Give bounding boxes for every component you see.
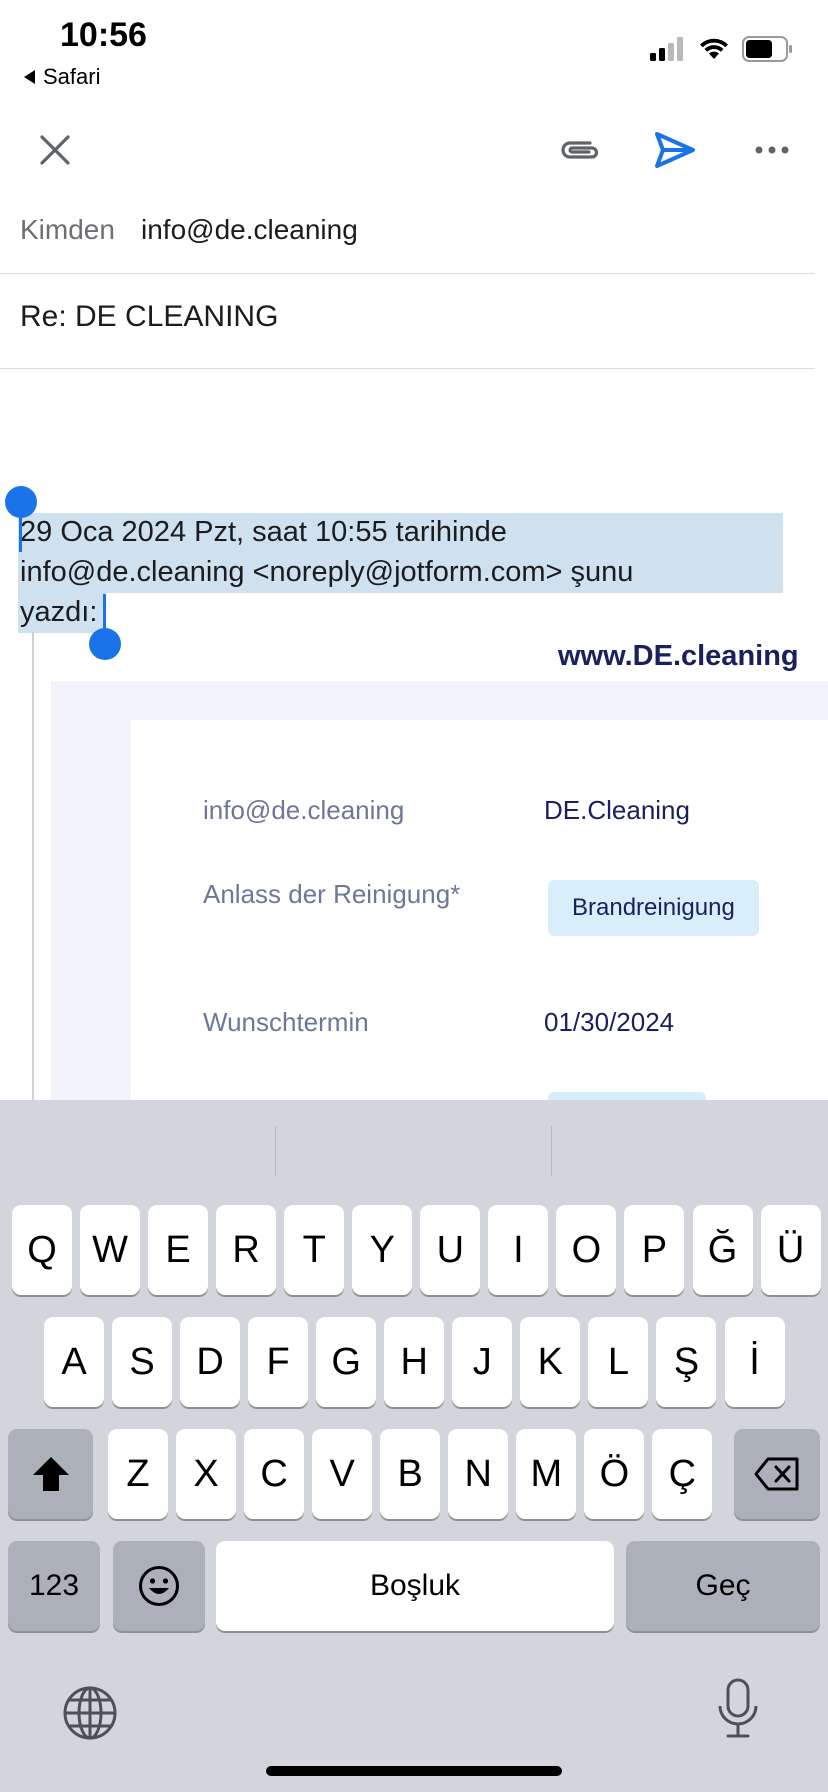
globe-button[interactable]	[62, 1685, 118, 1746]
key-c[interactable]: C	[244, 1429, 305, 1519]
key-k[interactable]: K	[520, 1317, 581, 1407]
key-w[interactable]: W	[80, 1205, 141, 1295]
key-ş[interactable]: Ş	[656, 1317, 717, 1407]
send-button[interactable]	[640, 110, 710, 190]
delete-key[interactable]	[734, 1429, 820, 1519]
key-ü[interactable]: Ü	[760, 1205, 821, 1295]
key-r[interactable]: R	[216, 1205, 277, 1295]
key-t[interactable]: T	[284, 1205, 345, 1295]
key-i̇[interactable]: İ	[724, 1317, 785, 1407]
quoted-line: 29 Oca 2024 Pzt, saat 10:55 tarihinde	[20, 516, 507, 548]
suggestion-divider	[551, 1126, 552, 1176]
back-app-label: Safari	[43, 64, 101, 89]
key-y[interactable]: Y	[352, 1205, 413, 1295]
close-icon	[40, 135, 70, 165]
form-row-value: DE.Cleaning	[544, 795, 690, 825]
selection-start-knob[interactable]	[5, 486, 37, 518]
from-label: Kimden	[20, 214, 115, 245]
divider	[0, 368, 815, 369]
key-u[interactable]: U	[420, 1205, 481, 1295]
key-g[interactable]: G	[316, 1317, 377, 1407]
divider	[0, 273, 815, 274]
key-q[interactable]: Q	[12, 1205, 72, 1295]
emoji-icon	[139, 1566, 179, 1606]
status-bar: 10:56 Safari	[0, 0, 828, 100]
selection-end-knob[interactable]	[89, 628, 121, 660]
key-o[interactable]: O	[556, 1205, 617, 1295]
quoted-line: yazdı:	[20, 596, 98, 628]
quote-bar	[32, 632, 34, 1102]
key-f[interactable]: F	[248, 1317, 309, 1407]
key-ö[interactable]: Ö	[584, 1429, 645, 1519]
quoted-header-text[interactable]: 29 Oca 2024 Pzt, saat 10:55 tarihinde in…	[20, 512, 780, 632]
key-l[interactable]: L	[588, 1317, 649, 1407]
delete-icon	[754, 1457, 799, 1491]
form-row-label: Anlass der Reinigung*	[203, 879, 461, 909]
key-a[interactable]: A	[44, 1317, 104, 1407]
key-d[interactable]: D	[180, 1317, 241, 1407]
key-j[interactable]: J	[452, 1317, 513, 1407]
key-b[interactable]: B	[380, 1429, 441, 1519]
key-i[interactable]: I	[488, 1205, 549, 1295]
numbers-key[interactable]: 123	[8, 1541, 100, 1631]
key-s[interactable]: S	[112, 1317, 173, 1407]
key-ç[interactable]: Ç	[652, 1429, 713, 1519]
key-m[interactable]: M	[516, 1429, 577, 1519]
space-key[interactable]: Boşluk	[216, 1541, 614, 1631]
paperclip-icon	[561, 141, 599, 159]
key-e[interactable]: E	[148, 1205, 209, 1295]
key-h[interactable]: H	[384, 1317, 445, 1407]
attach-button[interactable]	[545, 110, 615, 190]
key-p[interactable]: P	[624, 1205, 685, 1295]
more-icon	[755, 146, 789, 154]
more-options-button[interactable]	[737, 110, 807, 190]
status-time: 10:56	[60, 16, 147, 54]
form-row-label: Wunschtermin	[203, 1007, 369, 1037]
key-x[interactable]: X	[176, 1429, 237, 1519]
from-field[interactable]: Kimden info@de.cleaning	[20, 205, 810, 255]
return-key[interactable]: Geç	[626, 1541, 820, 1631]
selection-start-handle[interactable]	[19, 512, 22, 552]
subject-field[interactable]: Re: DE CLEANING	[20, 300, 278, 334]
back-arrow-icon	[24, 70, 35, 84]
send-icon	[655, 132, 695, 168]
compose-toolbar	[0, 110, 828, 190]
home-indicator[interactable]	[266, 1766, 562, 1776]
shift-icon	[32, 1457, 69, 1491]
shift-key[interactable]	[8, 1429, 93, 1519]
key-ğ[interactable]: Ğ	[692, 1205, 753, 1295]
globe-icon	[63, 1686, 117, 1740]
form-row-badge: Brandreinigung	[548, 880, 759, 936]
back-to-safari[interactable]: Safari	[24, 64, 100, 90]
site-heading[interactable]: www.DE.cleaning	[558, 640, 799, 673]
from-address[interactable]: info@de.cleaning	[141, 214, 358, 246]
suggestion-divider	[275, 1126, 276, 1176]
emoji-key[interactable]	[113, 1541, 205, 1631]
microphone-icon	[718, 1678, 758, 1738]
signal-icon	[650, 37, 683, 61]
form-row-value: 01/30/2024	[544, 1007, 675, 1037]
microphone-button[interactable]	[716, 1678, 760, 1745]
key-z[interactable]: Z	[108, 1429, 168, 1519]
status-icons	[650, 36, 794, 62]
form-row-label: info@de.cleaning	[203, 795, 405, 825]
close-button[interactable]	[20, 110, 90, 190]
battery-icon	[742, 36, 792, 62]
key-v[interactable]: V	[312, 1429, 373, 1519]
key-n[interactable]: N	[448, 1429, 509, 1519]
quoted-line: info@de.cleaning <noreply@jotform.com> ş…	[20, 556, 634, 588]
wifi-icon	[700, 38, 728, 59]
